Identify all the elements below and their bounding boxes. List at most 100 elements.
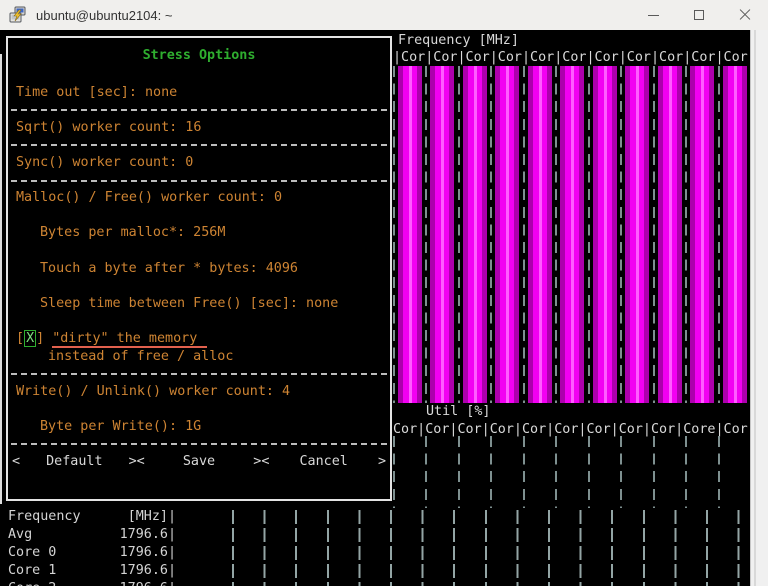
dirty-memory-row: [X]"dirty" the memory [8, 330, 390, 348]
util-graph-title: Util [%] [426, 404, 491, 421]
frequency-bar-column [653, 66, 685, 403]
option-sleep-between-free[interactable]: Sleep time between Free() [sec]: none [8, 295, 390, 313]
summary-row-label: Core 2 [8, 580, 56, 586]
option-write-unlink-workers[interactable]: Write() / Unlink() worker count: 4 [8, 383, 390, 401]
frequency-bar-column [490, 66, 522, 403]
summary-row: Frequency[MHz]| [0, 508, 750, 526]
summary-row-label: Core 0 [8, 544, 56, 562]
option-bytes-per-malloc[interactable]: Bytes per malloc*: 256M [8, 224, 390, 242]
option-byte-per-write[interactable]: Byte per Write(): 1G [8, 418, 390, 436]
option-sync-workers[interactable]: Sync() worker count: 0 [8, 154, 390, 172]
frequency-bar [528, 66, 552, 403]
frequency-bar [658, 66, 682, 403]
option-touch-byte[interactable]: Touch a byte after * bytes: 4096 [8, 260, 390, 278]
frequency-bar-column [393, 66, 425, 403]
column-separator [393, 66, 395, 403]
dialog-title: Stress Options [8, 48, 390, 66]
save-button[interactable]: <Save> [137, 453, 262, 471]
summary-row-label: Frequency [8, 508, 81, 526]
cancel-button[interactable]: <Cancel> [261, 453, 386, 471]
dirty-memory-label[interactable]: "dirty" the memory [52, 331, 207, 348]
frequency-bar [593, 66, 617, 403]
frequency-bar [560, 66, 584, 403]
column-separator [588, 66, 590, 403]
close-icon [739, 9, 751, 21]
stress-options-dialog: Stress Options Time out [sec]: none Sqrt… [6, 36, 392, 501]
frequency-bar [723, 66, 747, 403]
summary-row-label: Avg [8, 526, 32, 544]
column-separator [718, 66, 720, 403]
column-separator [718, 436, 720, 508]
column-pipe: | [168, 544, 176, 562]
column-separator [425, 66, 427, 403]
column-pipe: | [168, 562, 176, 580]
column-separator [458, 436, 460, 508]
frequency-bar [398, 66, 422, 403]
angle-bracket: < [137, 453, 145, 471]
minimize-icon [648, 15, 659, 16]
angle-bracket: < [12, 453, 20, 471]
frequency-bar-column [588, 66, 620, 403]
blank-row [8, 400, 390, 418]
column-pipe: | [168, 526, 176, 544]
main-screen-left-border [0, 54, 2, 504]
column-separator [425, 436, 427, 508]
summary-row-value: 1796.6 [100, 526, 168, 544]
column-pipes [232, 528, 742, 542]
terminal-app-icon [9, 6, 27, 24]
blank-row [8, 207, 390, 225]
util-graph [393, 436, 750, 508]
summary-row: Core 11796.6| [0, 562, 750, 580]
summary-row-value: [MHz] [100, 508, 168, 526]
frequency-bar-column [620, 66, 652, 403]
frequency-graph [393, 66, 750, 403]
column-separator [490, 66, 492, 403]
separator [8, 435, 390, 453]
window-title: ubuntu@ubuntu2104: ~ [36, 8, 172, 23]
column-separator [653, 66, 655, 403]
column-pipes [232, 510, 742, 524]
frequency-bar-column [458, 66, 490, 403]
frequency-bar [625, 66, 649, 403]
summary-row: Core 2 1796.6| [0, 580, 750, 586]
summary-row-value: 1796.6 [100, 544, 168, 562]
minimize-button[interactable] [630, 0, 676, 30]
summary-row-value: 1796.6 [100, 580, 168, 586]
frequency-bar-column [555, 66, 587, 403]
column-separator [523, 66, 525, 403]
frequency-bar [430, 66, 454, 403]
separator [8, 136, 390, 154]
terminal-screen: Stress Options Time out [sec]: none Sqrt… [0, 30, 750, 586]
column-separator [685, 66, 687, 403]
blank-row [8, 312, 390, 330]
column-separator [685, 436, 687, 508]
option-timeout[interactable]: Time out [sec]: none [8, 84, 390, 102]
summary-row: Core 0 1796.6| [0, 544, 750, 562]
blank-row [8, 242, 390, 260]
window-titlebar: ubuntu@ubuntu2104: ~ [0, 0, 768, 30]
frequency-graph-title: Frequency [MHz] [398, 33, 519, 50]
close-button[interactable] [722, 0, 768, 30]
terminal-scrollbar[interactable] [750, 30, 768, 586]
window-controls [630, 0, 768, 30]
angle-bracket: < [261, 453, 269, 471]
dirty-memory-checkbox[interactable]: X [24, 330, 36, 347]
column-separator [393, 436, 395, 508]
option-malloc-workers[interactable]: Malloc() / Free() worker count: 0 [8, 189, 390, 207]
summary-row: Avg 1796.6| [0, 526, 750, 544]
default-button[interactable]: <Default> [12, 453, 137, 471]
summary-row-label: Core 1 [8, 562, 56, 580]
dialog-button-row: <Default> <Save> <Cancel> [8, 453, 390, 471]
frequency-bar [495, 66, 519, 403]
angle-bracket: > [253, 453, 261, 471]
frequency-bar [463, 66, 487, 403]
maximize-button[interactable] [676, 0, 722, 30]
maximize-icon [694, 10, 704, 20]
option-sqrt-workers[interactable]: Sqrt() worker count: 16 [8, 119, 390, 137]
column-separator [458, 66, 460, 403]
column-separator [653, 436, 655, 508]
column-pipe: | [168, 580, 176, 586]
graph-area: Frequency [MHz] |Cor|Cor|Cor|Cor|Cor|Cor… [393, 30, 750, 586]
column-separator [620, 436, 622, 508]
column-pipes [232, 582, 742, 586]
